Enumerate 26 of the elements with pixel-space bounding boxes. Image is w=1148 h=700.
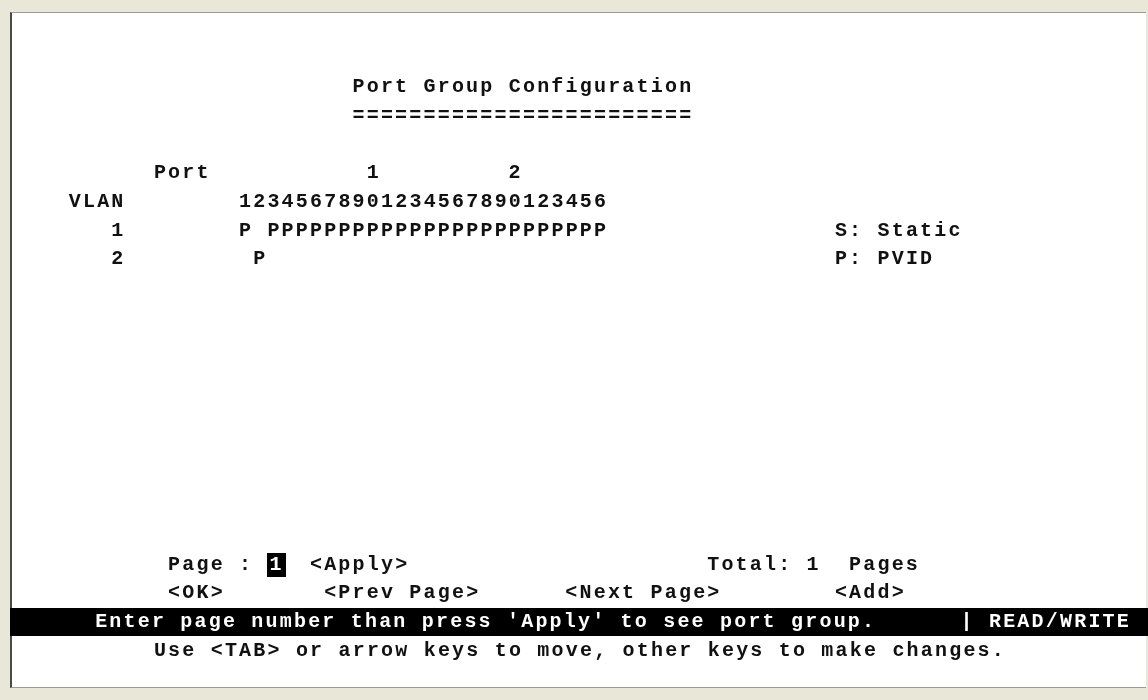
legend-text: S: Static (834, 219, 963, 242)
field-label: Page : (168, 553, 254, 576)
menu-button[interactable]: <Next Page> (565, 582, 722, 605)
access-mode: | READ/WRITE (960, 610, 1131, 633)
port-tens-digit: 1 (366, 162, 381, 185)
menu-button[interactable]: <Add> (834, 582, 906, 605)
page-input-field[interactable]: 1 (267, 552, 286, 577)
row-label: VLAN (68, 191, 126, 214)
total-label: Total: (707, 553, 793, 576)
title-underline: ======================== (352, 105, 693, 128)
port-membership: P (252, 248, 268, 271)
total-value: 1 (806, 553, 821, 576)
vlan-id: 2 (111, 248, 126, 271)
port-numbers: 12345678901234567890123456 (239, 191, 608, 214)
total-unit: Pages (849, 553, 920, 576)
screen-title: Port Group Configuration (352, 76, 693, 99)
column-label: Port (153, 162, 211, 185)
legend-text: P: PVID (834, 248, 935, 271)
status-message: Enter page number than press 'Apply' to see port group. (95, 610, 876, 633)
apply-button[interactable]: <Apply> (309, 553, 410, 576)
menu-button[interactable]: <OK> (168, 582, 225, 605)
help-text: Use <TAB> or arrow keys to move, other keys to make changes. (153, 639, 1006, 662)
menu-button[interactable]: <Prev Page> (324, 582, 481, 605)
port-tens-digit: 2 (508, 162, 523, 185)
port-membership: P PPPPPPPPPPPPPPPPPPPPPPPP (239, 219, 608, 242)
vlan-id: 1 (111, 219, 126, 242)
